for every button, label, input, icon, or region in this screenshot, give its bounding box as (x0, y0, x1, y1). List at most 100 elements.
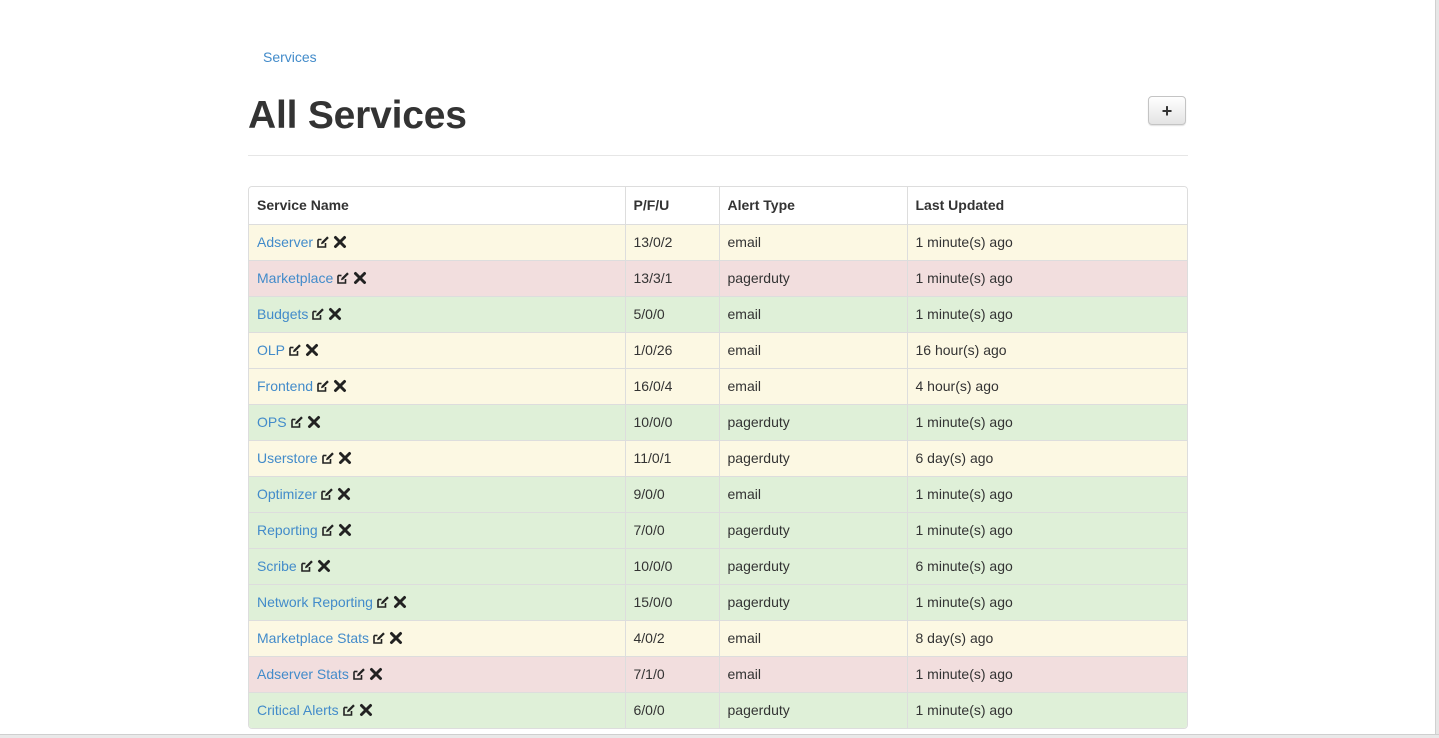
cell-service-name: Adserver Stats (249, 655, 625, 692)
services-table: Service Name P/F/U Alert Type Last Updat… (249, 187, 1187, 728)
edit-icon[interactable] (320, 487, 334, 501)
service-link[interactable]: Adserver Stats (257, 666, 349, 682)
column-header-last-updated[interactable]: Last Updated (906, 187, 1187, 224)
edit-icon[interactable] (336, 271, 350, 285)
table-row: Reporting 7/0/0 pagerduty 1 minute(s) ago (249, 511, 1187, 548)
edit-icon[interactable] (300, 559, 314, 573)
delete-icon[interactable] (338, 523, 352, 537)
scrollbar[interactable] (1435, 0, 1439, 738)
cell-last-updated: 1 minute(s) ago (906, 259, 1187, 296)
service-link[interactable]: Marketplace Stats (257, 630, 369, 646)
cell-alert-type: pagerduty (718, 691, 907, 728)
service-link[interactable]: Reporting (257, 522, 318, 538)
cell-last-updated: 16 hour(s) ago (906, 331, 1187, 368)
cell-service-name: Budgets (249, 295, 625, 332)
delete-icon[interactable] (369, 667, 383, 681)
column-header-alert-type[interactable]: Alert Type (718, 187, 907, 224)
table-row: Userstore 11/0/1 pagerduty 6 day(s) ago (249, 439, 1187, 476)
table-row: Scribe 10/0/0 pagerduty 6 minute(s) ago (249, 547, 1187, 584)
cell-service-name: Marketplace Stats (249, 619, 625, 656)
cell-service-name: Scribe (249, 547, 625, 584)
edit-icon[interactable] (376, 595, 390, 609)
table-row: Adserver Stats 7/1/0 email 1 minute(s) ago (249, 655, 1187, 692)
edit-icon[interactable] (311, 307, 325, 321)
cell-pfu: 16/0/4 (624, 367, 719, 404)
cell-service-name: Network Reporting (249, 583, 625, 620)
edit-icon[interactable] (321, 451, 335, 465)
table-row: Adserver 13/0/2 email 1 minute(s) ago (249, 223, 1187, 260)
cell-last-updated: 1 minute(s) ago (906, 691, 1187, 728)
add-service-button[interactable]: + (1148, 96, 1186, 125)
table-row: Frontend 16/0/4 email 4 hour(s) ago (249, 367, 1187, 404)
cell-last-updated: 1 minute(s) ago (906, 583, 1187, 620)
service-link[interactable]: Userstore (257, 450, 318, 466)
cell-service-name: Userstore (249, 439, 625, 476)
column-header-pfu[interactable]: P/F/U (624, 187, 719, 224)
cell-pfu: 7/1/0 (624, 655, 719, 692)
delete-icon[interactable] (317, 559, 331, 573)
cell-alert-type: pagerduty (718, 547, 907, 584)
service-link[interactable]: Budgets (257, 306, 308, 322)
delete-icon[interactable] (389, 631, 403, 645)
service-link[interactable]: Critical Alerts (257, 702, 339, 718)
delete-icon[interactable] (307, 415, 321, 429)
edit-icon[interactable] (290, 415, 304, 429)
table-row: Marketplace 13/3/1 pagerduty 1 minute(s) ag… (249, 259, 1187, 296)
cell-last-updated: 4 hour(s) ago (906, 367, 1187, 404)
window-bottom-edge (0, 734, 1439, 738)
service-link[interactable]: Frontend (257, 378, 313, 394)
cell-last-updated: 8 day(s) ago (906, 619, 1187, 656)
cell-last-updated: 1 minute(s) ago (906, 511, 1187, 548)
delete-icon[interactable] (353, 271, 367, 285)
table-row: Budgets 5/0/0 email 1 minute(s) ago (249, 295, 1187, 332)
service-link[interactable]: Scribe (257, 558, 297, 574)
cell-alert-type: pagerduty (718, 259, 907, 296)
cell-last-updated: 1 minute(s) ago (906, 475, 1187, 512)
delete-icon[interactable] (333, 379, 347, 393)
breadcrumb-services[interactable]: Services (263, 49, 317, 65)
edit-icon[interactable] (288, 343, 302, 357)
column-header-service-name[interactable]: Service Name (249, 187, 625, 224)
edit-icon[interactable] (316, 379, 330, 393)
service-link[interactable]: OPS (257, 414, 287, 430)
table-header-row: Service Name P/F/U Alert Type Last Updat… (249, 187, 1187, 224)
table-row: OLP 1/0/26 email 16 hour(s) ago (249, 331, 1187, 368)
cell-pfu: 9/0/0 (624, 475, 719, 512)
cell-pfu: 13/3/1 (624, 259, 719, 296)
delete-icon[interactable] (338, 451, 352, 465)
edit-icon[interactable] (316, 235, 330, 249)
cell-pfu: 5/0/0 (624, 295, 719, 332)
delete-icon[interactable] (359, 703, 373, 717)
delete-icon[interactable] (305, 343, 319, 357)
service-link[interactable]: Adserver (257, 234, 313, 250)
cell-pfu: 10/0/0 (624, 403, 719, 440)
cell-pfu: 7/0/0 (624, 511, 719, 548)
cell-alert-type: email (718, 295, 907, 332)
delete-icon[interactable] (328, 307, 342, 321)
cell-alert-type: pagerduty (718, 583, 907, 620)
cell-service-name: Frontend (249, 367, 625, 404)
service-link[interactable]: Optimizer (257, 486, 317, 502)
delete-icon[interactable] (393, 595, 407, 609)
cell-alert-type: email (718, 619, 907, 656)
delete-icon[interactable] (333, 235, 347, 249)
cell-alert-type: email (718, 367, 907, 404)
edit-icon[interactable] (321, 523, 335, 537)
edit-icon[interactable] (372, 631, 386, 645)
service-link[interactable]: OLP (257, 342, 285, 358)
cell-alert-type: email (718, 655, 907, 692)
cell-service-name: Critical Alerts (249, 691, 625, 728)
delete-icon[interactable] (337, 487, 351, 501)
edit-icon[interactable] (352, 667, 366, 681)
table-row: OPS 10/0/0 pagerduty 1 minute(s) ago (249, 403, 1187, 440)
service-link[interactable]: Marketplace (257, 270, 333, 286)
cell-pfu: 13/0/2 (624, 223, 719, 260)
cell-alert-type: pagerduty (718, 439, 907, 476)
edit-icon[interactable] (342, 703, 356, 717)
cell-pfu: 15/0/0 (624, 583, 719, 620)
title-divider (248, 155, 1188, 156)
cell-service-name: Optimizer (249, 475, 625, 512)
service-link[interactable]: Network Reporting (257, 594, 373, 610)
cell-last-updated: 6 minute(s) ago (906, 547, 1187, 584)
cell-last-updated: 1 minute(s) ago (906, 295, 1187, 332)
